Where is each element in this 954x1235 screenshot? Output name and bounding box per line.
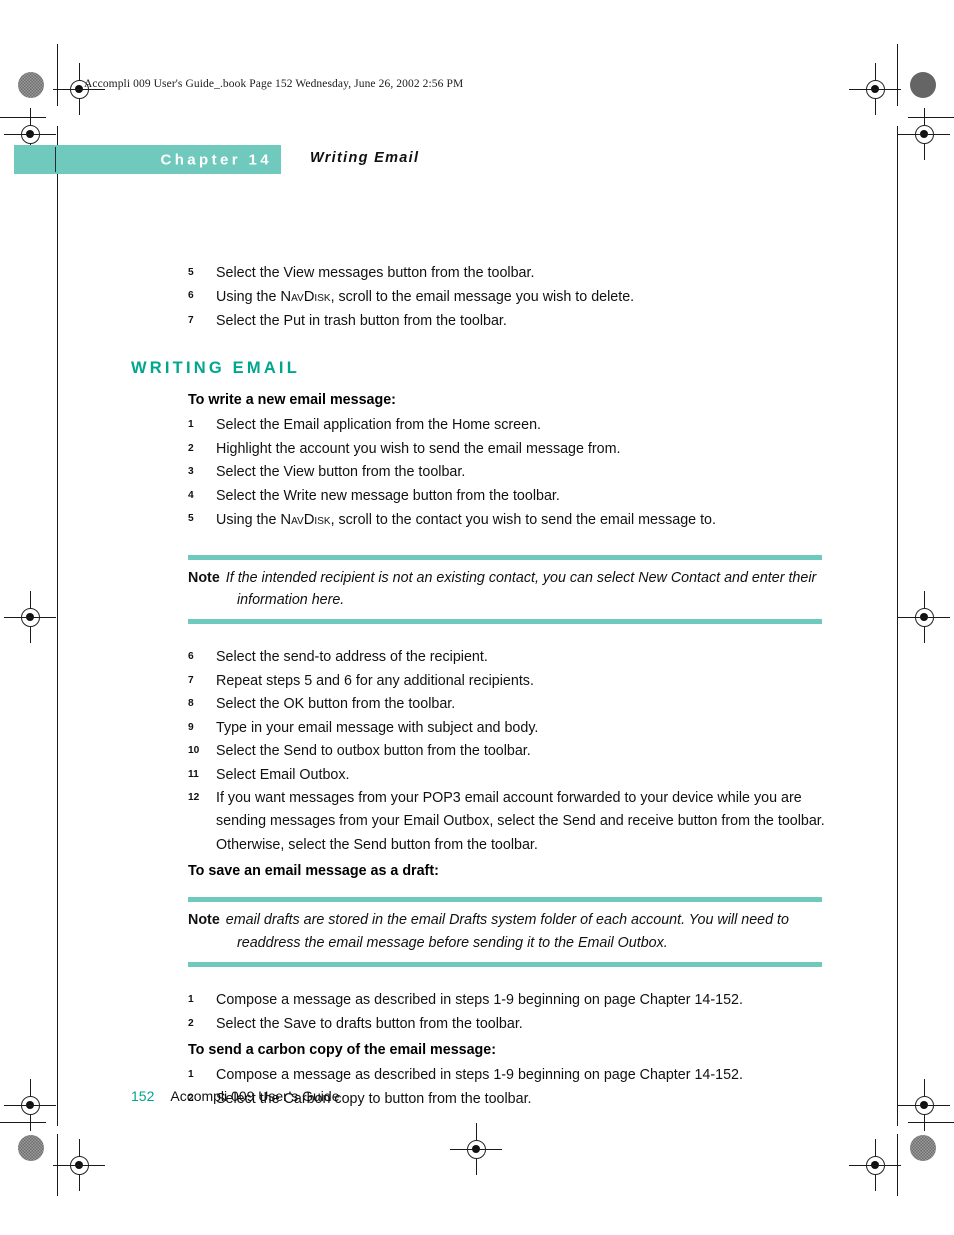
list-item: 7 Repeat steps 5 and 6 for any additiona… — [188, 670, 848, 693]
step-text: Select the Put in trash button from the … — [216, 312, 507, 329]
step-text-pre: Using the — [216, 289, 281, 306]
step-text: Compose a message as described in steps … — [216, 992, 743, 1009]
list-item: 8 Select the OK button from the toolbar. — [188, 693, 848, 716]
step-list-save-draft: 1 Compose a message as described in step… — [0, 989, 954, 1036]
note-text: email drafts are stored in the email Dra… — [225, 912, 789, 951]
note-block-new-contact: Note If the intended recipient is not an … — [188, 554, 822, 625]
list-item: 12 If you want messages from your POP3 e… — [188, 787, 848, 857]
step-text: Type in your email message with subject … — [216, 719, 539, 736]
step-text: Compose a message as described in steps … — [216, 1067, 743, 1084]
chapter-number-label: Chapter 14 — [160, 151, 272, 168]
step-text: Select the Email application from the Ho… — [216, 417, 542, 434]
list-item: 1 Compose a message as described in step… — [188, 1064, 848, 1087]
step-text: Highlight the account you wish to send t… — [216, 440, 621, 457]
step-number: 7 — [188, 674, 194, 686]
note-block-drafts: Note email drafts are stored in the email… — [188, 897, 822, 968]
list-item: 6 Select the send-to address of the reci… — [188, 646, 848, 669]
step-text-post: , scroll to the contact you wish to send… — [330, 512, 716, 529]
step-text: Select the send-to address of the recipi… — [216, 649, 488, 666]
note-label: Note — [188, 912, 220, 929]
step-number: 11 — [188, 768, 199, 780]
chapter-band: Chapter 14 — [14, 145, 281, 174]
section-heading-writing-email: WRITING EMAIL — [131, 359, 300, 378]
navdisk-term: NavDisk — [280, 512, 331, 529]
step-number: 2 — [188, 442, 194, 454]
step-number: 10 — [188, 745, 200, 757]
list-item: 2 Highlight the account you wish to send… — [188, 438, 848, 461]
step-text: Select the Send to outbox button from th… — [216, 743, 531, 760]
chapter-band-divider — [55, 147, 56, 172]
list-item: 2 Select the Save to drafts button from … — [188, 1013, 848, 1036]
list-item: 11 Select Email Outbox. — [188, 764, 848, 787]
step-text: Select Email Outbox. — [216, 766, 350, 783]
subheading-save-as-draft: To save an email message as a draft: — [188, 863, 439, 880]
note-text: If the intended recipient is not an exis… — [225, 569, 817, 608]
step-number: 1 — [188, 994, 194, 1006]
step-list-write-new-message-continued: 6 Select the send-to address of the reci… — [0, 646, 954, 857]
note-body: Note email drafts are stored in the email… — [188, 902, 822, 962]
step-text: Repeat steps 5 and 6 for any additional … — [216, 672, 534, 689]
step-number: 8 — [188, 698, 194, 710]
note-rule-bottom — [188, 619, 822, 625]
book-file-header: Accompli 009 User's Guide_.book Page 152… — [84, 78, 464, 90]
list-item: 6 Using the NavDisk, scroll to the email… — [188, 285, 848, 309]
list-item: 5 Select the View messages button from t… — [188, 262, 848, 285]
list-item: 10 Select the Send to outbox button from… — [188, 740, 848, 763]
list-item: 1 Compose a message as described in step… — [188, 989, 848, 1012]
step-list-delete-continued: 5 Select the View messages button from t… — [0, 262, 954, 333]
step-number: 5 — [188, 267, 194, 278]
step-text: Select the Save to drafts button from th… — [216, 1015, 523, 1032]
page-content: 5 Select the View messages button from t… — [0, 262, 954, 1111]
footer-page-number: 152 — [131, 1088, 155, 1104]
step-number: 9 — [188, 721, 194, 733]
footer-book-title: Accompli 009 User’s Guide — [170, 1088, 340, 1104]
step-number: 6 — [188, 651, 194, 663]
page-footer: 152 Accompli 009 User’s Guide — [131, 1088, 339, 1104]
step-number: 5 — [188, 513, 194, 525]
list-item: 3 Select the View button from the toolba… — [188, 461, 848, 484]
step-number: 1 — [188, 419, 194, 431]
list-item: 9 Type in your email message with subjec… — [188, 717, 848, 740]
chapter-title: Writing Email — [310, 150, 420, 166]
step-text-post: , scroll to the email message you wish t… — [330, 289, 635, 306]
step-text-pre: Using the — [216, 512, 281, 529]
note-label: Note — [188, 569, 220, 586]
step-number: 1 — [188, 1069, 194, 1081]
note-body: Note If the intended recipient is not an … — [188, 560, 822, 620]
step-number: 7 — [188, 314, 194, 326]
step-text: Select the View button from the toolbar. — [216, 464, 466, 481]
step-number: 3 — [188, 466, 194, 478]
printed-page: Accompli 009 User's Guide_.book Page 152… — [0, 0, 954, 1235]
list-item: 1 Select the Email application from the … — [188, 414, 848, 437]
step-text: Select the OK button from the toolbar. — [216, 696, 456, 713]
navdisk-term: NavDisk — [280, 289, 331, 306]
step-number: 6 — [188, 290, 194, 302]
subheading-write-new-message: To write a new email message: — [188, 392, 396, 409]
list-item: 4 Select the Write new message button fr… — [188, 485, 848, 508]
step-list-write-new-message: 1 Select the Email application from the … — [0, 414, 954, 532]
step-number: 12 — [188, 792, 200, 803]
step-text: Select the View messages button from the… — [216, 265, 535, 281]
step-text: If you want messages from your POP3 emai… — [216, 790, 825, 853]
step-number: 2 — [188, 1017, 194, 1029]
list-item: 5 Using the NavDisk, scroll to the conta… — [188, 508, 848, 532]
note-rule-bottom — [188, 962, 822, 968]
step-number: 4 — [188, 489, 194, 501]
list-item: 7 Select the Put in trash button from th… — [188, 310, 848, 333]
step-text: Select the Write new message button from… — [216, 487, 560, 504]
subheading-carbon-copy: To send a carbon copy of the email messa… — [188, 1042, 496, 1059]
